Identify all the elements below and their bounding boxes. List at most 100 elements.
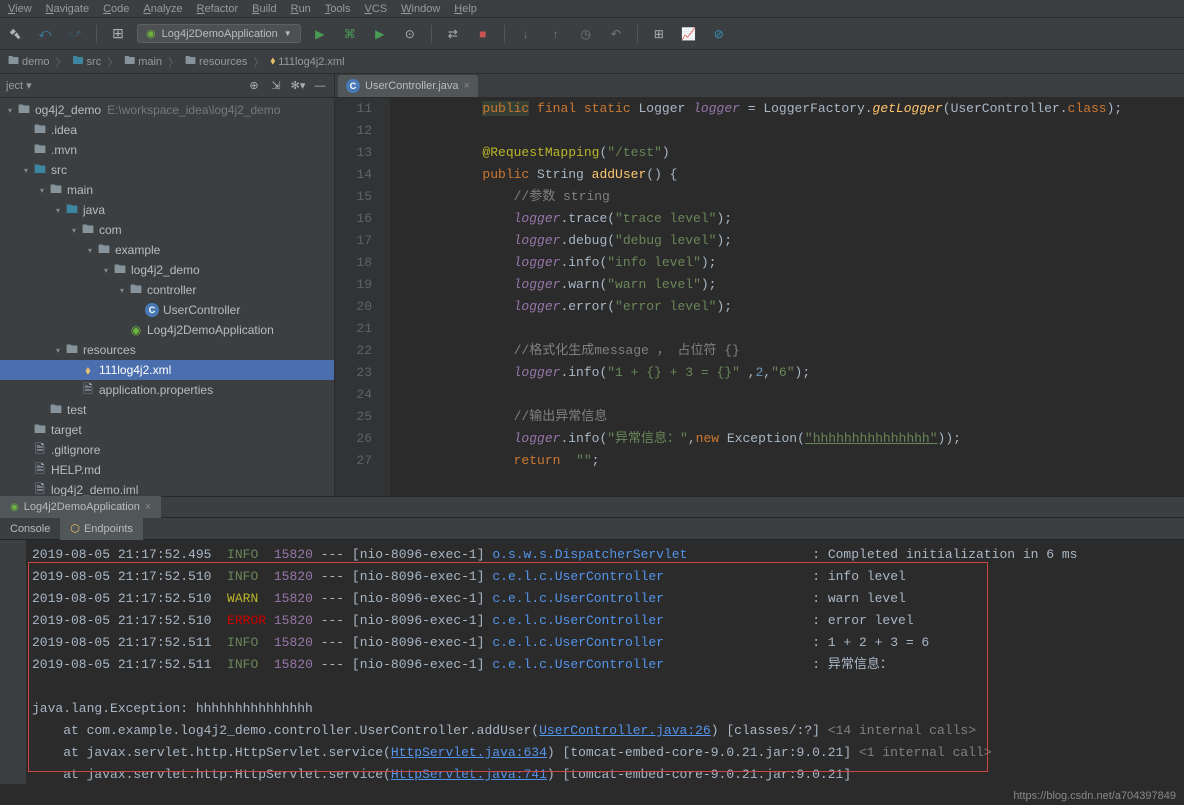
code-line[interactable]: //参数 string: [420, 186, 1184, 208]
code-line[interactable]: logger.debug("debug level");: [420, 230, 1184, 252]
code-line[interactable]: logger.warn("warn level");: [420, 274, 1184, 296]
vcs-commit-icon[interactable]: ↑: [545, 23, 567, 45]
tree-111log4j2.xml[interactable]: ⬧111log4j2.xml: [0, 360, 334, 380]
menu-navigate[interactable]: Navigate: [46, 3, 89, 15]
vcs-history-icon[interactable]: ◷: [575, 23, 597, 45]
tree-src[interactable]: ▾🖿src: [0, 160, 334, 180]
breadcrumb-resources[interactable]: 🖿resources: [185, 52, 247, 71]
menu-help[interactable]: Help: [454, 3, 477, 15]
menu-analyze[interactable]: Analyze: [143, 3, 182, 15]
tree-target[interactable]: 🖿target: [0, 420, 334, 440]
close-icon[interactable]: ×: [464, 80, 470, 92]
code-line[interactable]: public String addUser() {: [420, 164, 1184, 186]
breadcrumb: 🖿demo〉🖿src〉🖿main〉🖿resources〉⬧111log4j2.x…: [0, 50, 1184, 74]
attach-icon[interactable]: ⇄: [442, 23, 464, 45]
log-line: 2019-08-05 21:17:52.510 WARN 15820 --- […: [32, 588, 1178, 610]
breadcrumb-demo[interactable]: 🖿demo: [8, 52, 50, 71]
tree-UserController[interactable]: CUserController: [0, 300, 334, 320]
code-line[interactable]: [420, 384, 1184, 406]
tab-console[interactable]: Console: [0, 518, 60, 540]
stack-link[interactable]: HttpServlet.java:741: [391, 767, 547, 782]
tree-log4j2_demo.iml[interactable]: 🗎log4j2_demo.iml: [0, 480, 334, 496]
stack-link[interactable]: UserController.java:26: [539, 723, 711, 738]
debug-icon[interactable]: ⌘: [339, 23, 361, 45]
code-line[interactable]: logger.error("error level");: [420, 296, 1184, 318]
stop-icon[interactable]: ■: [472, 23, 494, 45]
project-tree[interactable]: ▾🖿og4j2_demoE:\workspace_idea\log4j2_dem…: [0, 98, 334, 496]
code-line[interactable]: @RequestMapping("/test"): [420, 142, 1184, 164]
code-line[interactable]: logger.trace("trace level");: [420, 208, 1184, 230]
tree-java[interactable]: ▾🖿java: [0, 200, 334, 220]
sidebar-title[interactable]: ject ▾: [6, 79, 32, 92]
log-line: 2019-08-05 21:17:52.511 INFO 15820 --- […: [32, 632, 1178, 654]
menu-vcs[interactable]: VCS: [365, 3, 388, 15]
menu-code[interactable]: Code: [103, 3, 129, 15]
forward-arrow-icon[interactable]: ⤻: [64, 23, 86, 45]
code-content[interactable]: public final static Logger logger = Logg…: [390, 98, 1184, 496]
tree-.gitignore[interactable]: 🗎.gitignore: [0, 440, 334, 460]
code-line[interactable]: logger.info("异常信息：",new Exception("hhhhh…: [420, 428, 1184, 450]
code-line[interactable]: logger.info("1 + {} + 3 = {}" ,2,"6");: [420, 362, 1184, 384]
console-output[interactable]: 2019-08-05 21:17:52.495 INFO 15820 --- […: [26, 540, 1184, 784]
editor-tab-usercontroller[interactable]: C UserController.java ×: [338, 75, 478, 97]
dashboard-icon[interactable]: ⊞: [648, 23, 670, 45]
gutter: 1112131415161718192021222324252627: [335, 98, 390, 496]
profile-icon[interactable]: ⊙: [399, 23, 421, 45]
add-config-icon[interactable]: ⊞: [107, 23, 129, 45]
tree-test[interactable]: 🖿test: [0, 400, 334, 420]
sidebar-header: ject ▾ ⊕ ⇲ ✻▾ —: [0, 74, 334, 98]
vcs-update-icon[interactable]: ↓: [515, 23, 537, 45]
breadcrumb-src[interactable]: 🖿src: [73, 52, 102, 71]
hammer-icon[interactable]: [4, 23, 26, 45]
no-icon[interactable]: ⊘: [708, 23, 730, 45]
tree-HELP.md[interactable]: 🗎HELP.md: [0, 460, 334, 480]
breadcrumb-main[interactable]: 🖿main: [124, 52, 162, 71]
tree-application.properties[interactable]: 🗎application.properties: [0, 380, 334, 400]
hide-icon[interactable]: —: [312, 78, 328, 94]
code-line[interactable]: return "";: [420, 450, 1184, 472]
console-tab-label: Console: [10, 523, 50, 535]
menu-build[interactable]: Build: [252, 3, 276, 15]
tab-endpoints[interactable]: ⬡ Endpoints: [60, 518, 143, 540]
run-coverage-icon[interactable]: ▶: [369, 23, 391, 45]
editor-area: C UserController.java × 1112131415161718…: [335, 74, 1184, 496]
code-line[interactable]: [420, 318, 1184, 340]
run-tab-app[interactable]: ◉ Log4j2DemoApplication ×: [0, 496, 161, 518]
target-icon[interactable]: ⊕: [246, 78, 262, 94]
menu-refactor[interactable]: Refactor: [197, 3, 239, 15]
run-icon[interactable]: ▶: [309, 23, 331, 45]
tree-Log4j2DemoApplication[interactable]: ◉Log4j2DemoApplication: [0, 320, 334, 340]
menu-tools[interactable]: Tools: [325, 3, 351, 15]
menu-window[interactable]: Window: [401, 3, 440, 15]
collapse-icon[interactable]: ⇲: [268, 78, 284, 94]
back-arrow-icon[interactable]: ⤺: [34, 23, 56, 45]
menu-run[interactable]: Run: [291, 3, 311, 15]
code-line[interactable]: [420, 120, 1184, 142]
tree-controller[interactable]: ▾🖿controller: [0, 280, 334, 300]
stack-link[interactable]: HttpServlet.java:634: [391, 745, 547, 760]
chart-icon[interactable]: 📈: [678, 23, 700, 45]
code-line[interactable]: //格式化生成message ， 占位符 {}: [420, 340, 1184, 362]
line-num: 13: [335, 142, 372, 164]
vcs-revert-icon[interactable]: ↶: [605, 23, 627, 45]
code-line[interactable]: public final static Logger logger = Logg…: [420, 98, 1184, 120]
code-line[interactable]: //输出异常信息: [420, 406, 1184, 428]
run-config-dropdown[interactable]: ◉ Log4j2DemoApplication ▼: [137, 24, 301, 43]
log-line: 2019-08-05 21:17:52.511 INFO 15820 --- […: [32, 654, 1178, 676]
tree-.idea[interactable]: 🖿.idea: [0, 120, 334, 140]
line-num: 19: [335, 274, 372, 296]
code-area[interactable]: 1112131415161718192021222324252627 publi…: [335, 98, 1184, 496]
breadcrumb-111log4j2.xml[interactable]: ⬧111log4j2.xml: [270, 55, 344, 68]
tree-example[interactable]: ▾🖿example: [0, 240, 334, 260]
tree-og4j2_demo[interactable]: ▾🖿og4j2_demoE:\workspace_idea\log4j2_dem…: [0, 100, 334, 120]
gear-icon[interactable]: ✻▾: [290, 78, 306, 94]
menu-view[interactable]: View: [8, 3, 32, 15]
tree-main[interactable]: ▾🖿main: [0, 180, 334, 200]
close-icon[interactable]: ×: [145, 501, 151, 513]
tree-.mvn[interactable]: 🖿.mvn: [0, 140, 334, 160]
tree-log4j2_demo[interactable]: ▾🖿log4j2_demo: [0, 260, 334, 280]
separator: [96, 25, 97, 43]
tree-resources[interactable]: ▾🖿resources: [0, 340, 334, 360]
tree-com[interactable]: ▾🖿com: [0, 220, 334, 240]
code-line[interactable]: logger.info("info level");: [420, 252, 1184, 274]
